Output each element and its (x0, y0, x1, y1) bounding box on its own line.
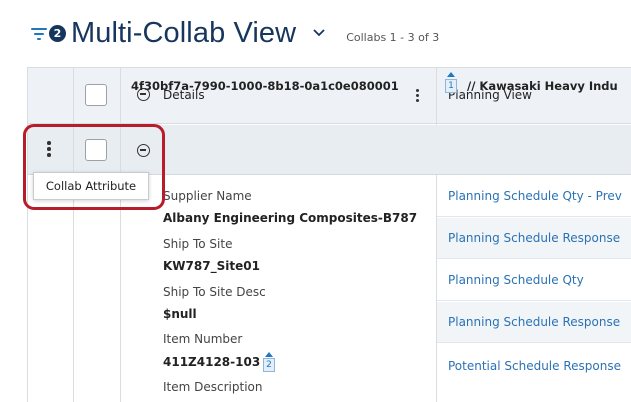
planning-link[interactable]: Planning Schedule Response (448, 231, 620, 245)
collapse-icon[interactable] (137, 144, 150, 157)
attribute-value: 411Z4128-103 (163, 355, 261, 369)
table-header-row (28, 68, 631, 124)
chevron-down-icon[interactable] (310, 24, 328, 42)
collab-group-name: // Kawasaki Heavy Indu (467, 79, 618, 93)
planning-cell: Planning Schedule Response (437, 218, 631, 259)
sort-icon[interactable] (265, 352, 273, 357)
planning-cell: Planning Schedule Qty - Prev (437, 176, 631, 217)
filter-icon[interactable] (30, 25, 48, 41)
tooltip: Collab Attribute (33, 172, 149, 200)
planning-cell: Planning Schedule Qty (437, 260, 631, 301)
attribute-label: Ship To Site (163, 237, 233, 251)
planning-link[interactable]: Planning Schedule Qty (448, 273, 584, 287)
planning-link[interactable]: Planning Schedule Qty - Prev (448, 189, 622, 203)
multi-collab-table: Details Planning View Planning Schedule … (27, 67, 631, 402)
planning-cell: Planning Schedule Response (437, 302, 631, 343)
planning-link[interactable]: Planning Schedule Response (448, 315, 620, 329)
attribute-value: $null (163, 307, 197, 321)
collab-id: 4f30bf7a-7990-1000-8b18-0a1c0e080001 (131, 79, 399, 93)
attribute-value: KW787_Site01 (163, 259, 260, 273)
column-divider (436, 68, 437, 125)
sort-icon[interactable] (447, 72, 455, 77)
filter-count-badge: 2 (49, 24, 66, 42)
page-title: Multi-Collab View (71, 16, 297, 49)
collab-count: Collabs 1 - 3 of 3 (346, 31, 440, 44)
select-all-checkbox[interactable] (85, 84, 107, 106)
attribute-label: Supplier Name (163, 189, 252, 203)
page-header: 2 Multi-Collab View Collabs 1 - 3 of 3 (0, 0, 631, 66)
collab-group-row (28, 125, 631, 175)
sort-order-badge: 1 (445, 79, 457, 93)
sort-order-badge: 2 (263, 358, 275, 372)
attribute-value: Albany Engineering Composites-B787 (163, 211, 418, 225)
column-menu-icon[interactable] (416, 89, 419, 103)
row-select-checkbox[interactable] (85, 139, 107, 161)
attribute-label: Item Number (163, 332, 243, 346)
planning-link[interactable]: Potential Schedule Response (448, 359, 621, 373)
column-divider (73, 68, 74, 402)
row-menu-icon[interactable] (47, 141, 51, 157)
attribute-label: Ship To Site Desc (163, 285, 266, 299)
column-divider (120, 68, 121, 402)
attribute-label: Item Description (163, 380, 263, 394)
planning-cell: Potential Schedule Response (437, 344, 631, 402)
